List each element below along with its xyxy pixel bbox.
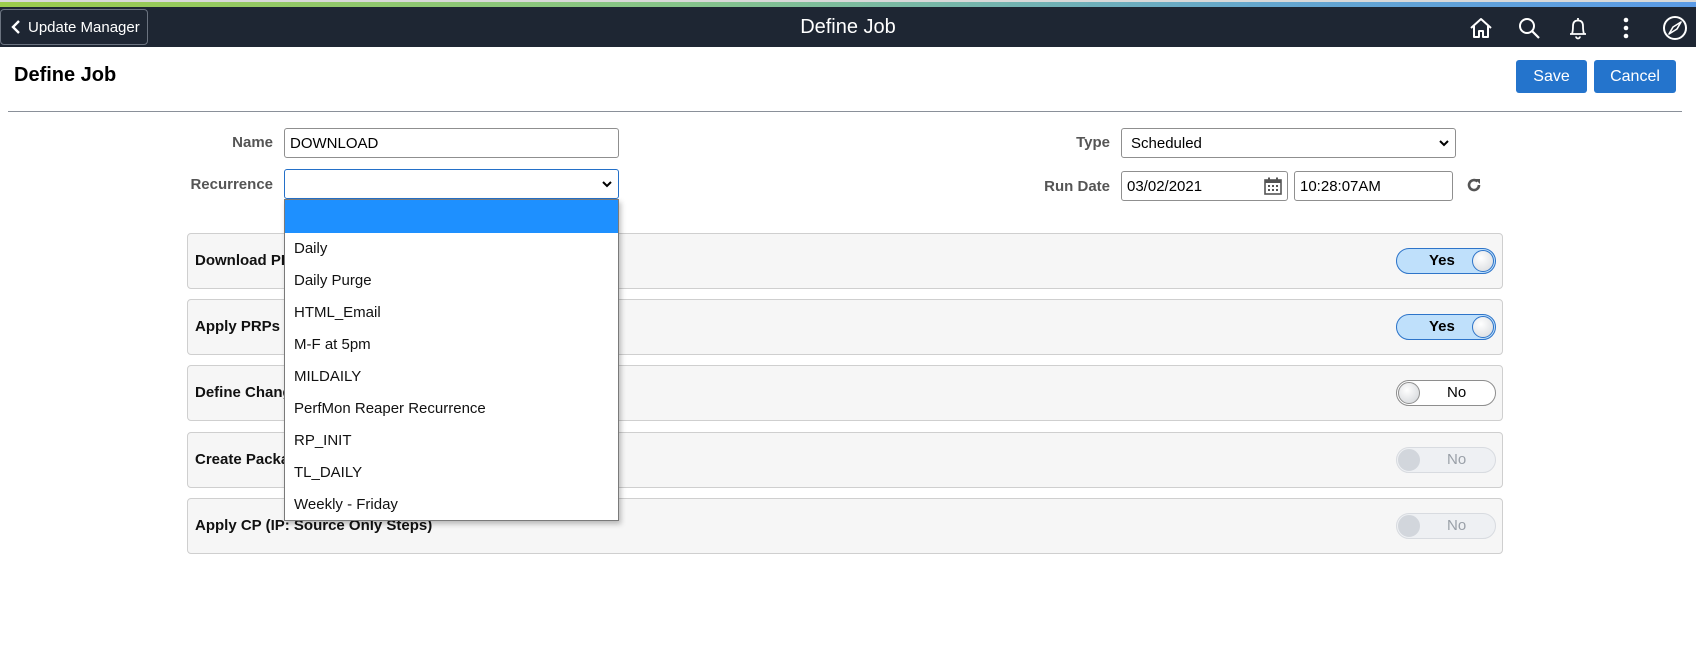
recurrence-select[interactable]: [284, 169, 619, 199]
home-button[interactable]: [1466, 13, 1496, 43]
run-time-value: 10:28:07AM: [1300, 177, 1381, 195]
home-icon: [1470, 18, 1492, 38]
toggle-text: No: [1447, 451, 1467, 468]
toggle-text: Yes: [1429, 318, 1455, 335]
recurrence-option[interactable]: Daily Purge: [285, 265, 618, 297]
navbar-button[interactable]: [1660, 13, 1690, 43]
cancel-button[interactable]: Cancel: [1594, 60, 1676, 93]
recurrence-option[interactable]: MILDAILY: [285, 361, 618, 393]
save-button[interactable]: Save: [1516, 60, 1587, 93]
name-input[interactable]: DOWNLOAD: [284, 128, 619, 158]
chevron-down-icon: [1439, 140, 1449, 147]
recurrence-option[interactable]: TL_DAILY: [285, 457, 618, 489]
recurrence-option[interactable]: [285, 200, 618, 233]
name-input-value: DOWNLOAD: [290, 134, 379, 152]
recurrence-option[interactable]: Weekly - Friday: [285, 489, 618, 521]
type-label: Type: [1076, 134, 1110, 151]
type-select-value: Scheduled: [1131, 134, 1202, 152]
more-vertical-icon: [1623, 17, 1629, 39]
type-select[interactable]: Scheduled: [1121, 128, 1456, 158]
step-label: Create Packa: [195, 451, 290, 468]
step-label: Apply PRPs t: [195, 318, 290, 335]
compass-icon: [1663, 16, 1687, 40]
bell-icon: [1570, 18, 1586, 40]
search-icon: [1519, 18, 1540, 39]
chevron-left-icon: [11, 20, 20, 34]
recurrence-option[interactable]: Daily: [285, 233, 618, 265]
step-toggle[interactable]: Yes: [1396, 248, 1496, 274]
run-date-value: 03/02/2021: [1127, 177, 1203, 195]
recurrence-dropdown-list: Daily Daily Purge HTML_Email M-F at 5pm …: [284, 199, 619, 521]
refresh-icon[interactable]: [1466, 177, 1482, 193]
chevron-down-icon: [602, 181, 612, 188]
back-button-label: Update Manager: [28, 18, 140, 36]
toggle-knob: [1472, 250, 1494, 272]
step-toggle: No: [1396, 513, 1496, 539]
toggle-text: No: [1447, 517, 1467, 534]
search-button[interactable]: [1514, 13, 1544, 43]
run-date-input[interactable]: 03/02/2021: [1121, 171, 1288, 201]
header-divider: [8, 111, 1682, 112]
back-button[interactable]: Update Manager: [0, 9, 148, 45]
step-label: Download PR: [195, 252, 292, 269]
recurrence-option[interactable]: M-F at 5pm: [285, 329, 618, 361]
step-label: Define Chang: [195, 384, 292, 401]
actions-menu-button[interactable]: [1611, 13, 1641, 43]
toggle-knob: [1472, 316, 1494, 338]
run-date-label: Run Date: [1044, 178, 1110, 195]
toggle-text: Yes: [1429, 252, 1455, 269]
toggle-knob: [1398, 382, 1420, 404]
toggle-text: No: [1447, 384, 1467, 401]
notifications-button[interactable]: [1563, 13, 1593, 43]
step-toggle: No: [1396, 447, 1496, 473]
page-title: Define Job: [14, 64, 117, 86]
recurrence-option[interactable]: HTML_Email: [285, 297, 618, 329]
calendar-icon[interactable]: [1263, 176, 1283, 196]
step-toggle[interactable]: Yes: [1396, 314, 1496, 340]
recurrence-option[interactable]: PerfMon Reaper Recurrence: [285, 393, 618, 425]
recurrence-option[interactable]: RP_INIT: [285, 425, 618, 457]
recurrence-label: Recurrence: [190, 176, 273, 193]
toggle-knob: [1398, 515, 1420, 537]
run-time-input[interactable]: 10:28:07AM: [1294, 171, 1453, 201]
toggle-knob: [1398, 449, 1420, 471]
header-banner: [0, 7, 1696, 47]
name-label: Name: [232, 134, 273, 151]
step-toggle[interactable]: No: [1396, 380, 1496, 406]
